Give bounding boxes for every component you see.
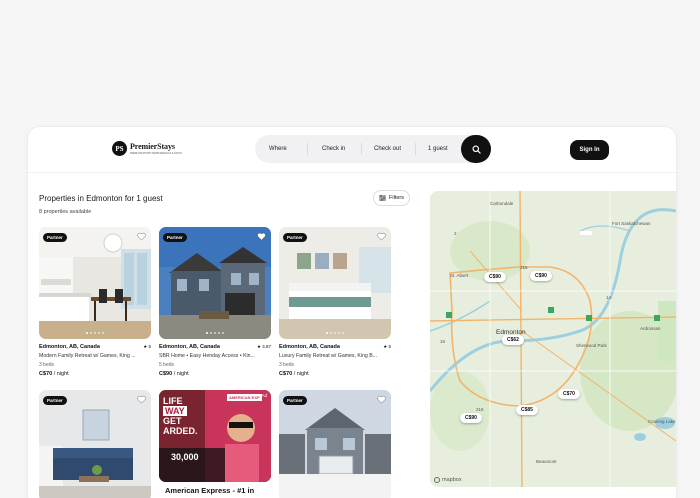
listing-location: Edmonton, AB, Canada	[159, 344, 220, 350]
listing-photo[interactable]: Partner	[279, 390, 391, 498]
listing-photo[interactable]: Partner	[39, 390, 151, 498]
listing-beds: 3 beds	[39, 362, 55, 368]
map-price-pin[interactable]: C$90	[530, 271, 552, 281]
map-place-ardrossan: Ardrossan	[640, 326, 661, 331]
partner-badge: Partner	[43, 233, 67, 242]
results-title: Properties in Edmonton for 1 guest	[39, 194, 163, 203]
search-where-field[interactable]: Where	[255, 135, 307, 163]
listing-photo[interactable]: Partner	[39, 227, 151, 339]
filters-icon	[379, 195, 386, 201]
ad-title[interactable]: American Express - #1 in	[165, 486, 254, 495]
search-guests-field[interactable]: 1 guest	[415, 143, 463, 155]
listing-price: C$70 / night	[39, 371, 69, 377]
results-map[interactable]: Carbondale Fort Saskatchewan St. Albert …	[430, 191, 676, 487]
header-divider	[28, 172, 676, 173]
house-exterior-photo	[159, 227, 271, 339]
app-frame: PS PremierStays PREMIUM SHORT-TERM RENTA…	[28, 127, 676, 498]
search-checkout-field[interactable]: Check out	[361, 143, 415, 155]
listing-rating: ★ 4.87	[256, 344, 271, 349]
listing-location: Edmonton, AB, Canada	[39, 344, 100, 350]
map-road-label: 2	[454, 231, 457, 236]
map-canvas	[430, 191, 676, 487]
listing-name: SBR Home • Easy Henday Access • Kin...	[159, 353, 255, 359]
partner-badge: Partner	[283, 233, 307, 242]
heart-icon[interactable]	[257, 232, 266, 241]
search-bar: Where Check in Check out 1 guest	[255, 135, 491, 163]
heart-icon[interactable]	[377, 232, 386, 241]
map-price-pin[interactable]: C$85	[516, 405, 538, 415]
listing-photo[interactable]: Partner	[159, 227, 271, 339]
listing-photo[interactable]: Partner	[279, 227, 391, 339]
winter-house-photo	[279, 390, 391, 498]
mapbox-attribution[interactable]: mapbox	[434, 477, 462, 483]
carousel-dots[interactable]	[86, 332, 104, 334]
brand-logo[interactable]: PS PremierStays PREMIUM SHORT-TERM RENTA…	[112, 141, 182, 156]
living-room-photo	[39, 390, 151, 498]
listing-card[interactable]: Partner Edmonton, AB, Canada ★ 5 Luxury F…	[279, 227, 391, 377]
brand-tagline: PREMIUM SHORT-TERM RENTALS & STAYS	[130, 152, 182, 155]
listing-beds: 3 beds	[279, 362, 295, 368]
listing-price: C$70 / night	[279, 371, 309, 377]
ad-line-4: ARDED.	[163, 426, 198, 436]
kitchen-photo	[39, 227, 151, 339]
map-place-st-albert: St. Albert	[450, 273, 469, 278]
ad-tag: Ad	[261, 393, 267, 398]
filters-label: Filters	[389, 195, 404, 201]
ad-line-2: WAY	[163, 406, 187, 416]
bedroom-photo	[279, 227, 391, 339]
listing-name: Luxury Family Retreat w/ Games, King B..…	[279, 353, 378, 359]
search-checkin-field[interactable]: Check in	[307, 143, 361, 155]
listing-card[interactable]: Partner Edmonton, AB, Canada ★ 4.87 SBR H…	[159, 227, 271, 377]
heart-icon[interactable]	[137, 232, 146, 241]
listing-name: Modern Family Retreat w/ Games, King ...	[39, 353, 136, 359]
heart-icon[interactable]	[377, 395, 386, 404]
ad-brand: AMERICAN EXP	[227, 394, 262, 401]
ad-amount: 30,000	[171, 452, 199, 462]
partner-badge: Partner	[163, 233, 187, 242]
map-place-sherwood-park: Sherwood Park	[576, 343, 607, 348]
listing-rating: ★ 5	[383, 344, 391, 349]
heart-icon[interactable]	[137, 395, 146, 404]
listing-card[interactable]: Partner	[279, 390, 391, 498]
mapbox-logo-icon	[434, 477, 440, 483]
filters-button[interactable]: Filters	[373, 190, 410, 206]
ad-photo[interactable]: LIFE WAY GET ARDED. AMERICAN EXP Ad 30,0…	[159, 390, 271, 482]
results-count: 8 properties available	[39, 209, 92, 215]
map-road-label: 14	[606, 295, 612, 300]
ad-line-1: LIFE	[163, 396, 183, 406]
map-road-label: 216	[476, 407, 484, 412]
map-price-pin[interactable]: C$62	[502, 335, 524, 345]
map-price-pin[interactable]: C$90	[484, 272, 506, 282]
map-place-beaumont: Beaumont	[536, 459, 557, 464]
listing-price: C$90 / night	[159, 371, 189, 377]
map-place-cooking-lake: Cooking Lake	[648, 419, 676, 424]
partner-badge: Partner	[43, 396, 67, 405]
search-icon	[471, 144, 481, 154]
carousel-dots[interactable]	[206, 332, 224, 334]
listing-beds: 5 beds	[159, 362, 175, 368]
carousel-dots[interactable]	[326, 332, 344, 334]
listing-rating: ★ 5	[143, 344, 151, 349]
search-button[interactable]	[461, 135, 491, 163]
map-road-label: 216	[520, 265, 528, 270]
listing-card[interactable]: Partner	[39, 390, 151, 498]
listing-location: Edmonton, AB, Canada	[279, 344, 340, 350]
map-price-pin[interactable]: C$70	[558, 389, 580, 399]
listing-card[interactable]: Partner Edmonton, AB, Canada ★ 5 Modern F…	[39, 227, 151, 377]
ad-line-3: GET	[163, 416, 182, 426]
ad-card[interactable]: LIFE WAY GET ARDED. AMERICAN EXP Ad 30,0…	[159, 390, 271, 495]
partner-badge: Partner	[283, 396, 307, 405]
logo-mark-icon: PS	[112, 141, 127, 156]
map-place-carbondale: Carbondale	[490, 201, 514, 206]
map-price-pin[interactable]: C$90	[460, 413, 482, 423]
map-road-label: 16	[440, 339, 446, 344]
map-place-fort-saskatchewan: Fort Saskatchewan	[612, 221, 651, 226]
brand-name: PremierStays	[130, 142, 175, 151]
sign-in-button[interactable]: Sign In	[570, 140, 609, 160]
